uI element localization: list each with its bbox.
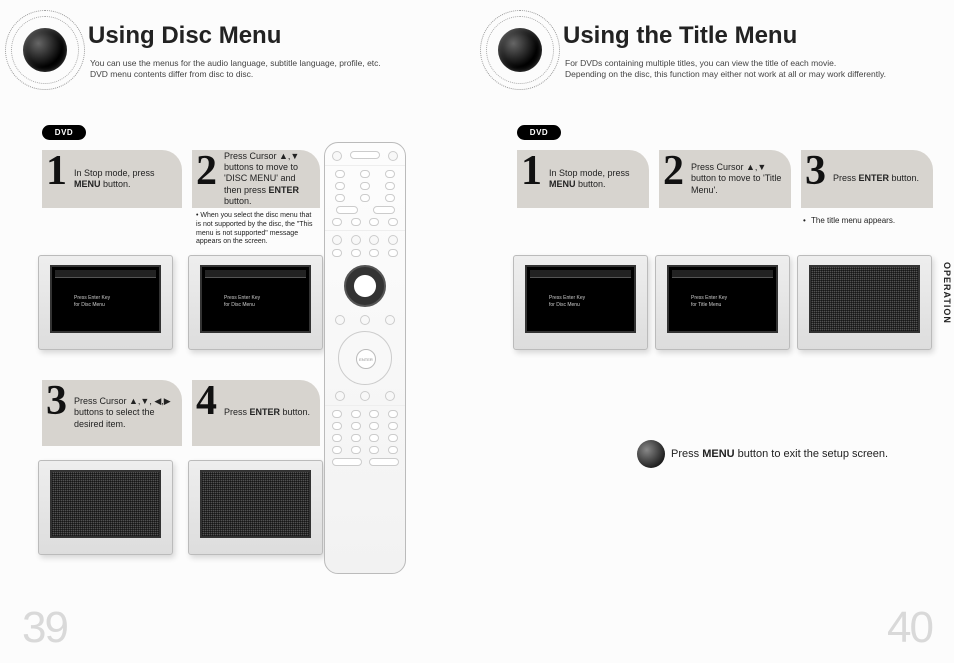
tv-illustration: Press Enter Key for Disc Menu [513,255,648,350]
tv-illustration: Press Enter Key for Disc Menu [188,255,323,350]
step-2: 2 Press Cursor ▲,▼ button to move to 'Ti… [659,150,791,208]
page-number-right: 40 [887,603,932,653]
step-note: • When you select the disc menu that is … [192,208,320,247]
step-3: 3 Press Cursor ▲,▼, ◀,▶ buttons to selec… [42,380,182,446]
step-4: 4 Press ENTER button. [192,380,320,446]
step-number: 3 [46,380,67,422]
page-subtitle-right: For DVDs containing multiple titles, you… [565,58,886,80]
remote-control-illustration: ENTER [324,142,406,574]
tv-illustration [797,255,932,350]
page-subtitle-left: You can use the menus for the audio lang… [90,58,381,80]
step-number: 1 [46,150,67,192]
step-number: 4 [196,380,217,422]
tv-illustration [38,460,173,555]
step-number: 2 [663,150,684,192]
tv-illustration [188,460,323,555]
exit-note: Press MENU button to exit the setup scre… [665,440,888,468]
lens-icon [5,10,85,90]
step-number: 2 [196,150,217,192]
jog-dial-icon [344,265,386,307]
tv-illustration: Press Enter Key for Title Menu [655,255,790,350]
dpad-icon: ENTER [338,331,392,385]
section-tab: OPERATION [942,262,952,324]
step-1: 1 In Stop mode, press MENU button. [42,150,182,208]
page-title-right: Using the Title Menu [563,22,797,50]
page-right: Using the Title Menu For DVDs containing… [475,0,954,663]
step-number: 3 [805,150,826,192]
page-title-left: Using Disc Menu [88,22,281,50]
step-2: 2 Press Cursor ▲,▼ buttons to move to 'D… [192,150,320,247]
dvd-badge: DVD [517,125,561,140]
lens-small-icon [637,440,665,468]
lens-icon [480,10,560,90]
step-1: 1 In Stop mode, press MENU button. [517,150,649,208]
step-number: 1 [521,150,542,192]
dvd-badge: DVD [42,125,86,140]
page-number-left: 39 [22,603,67,653]
page-left: Using Disc Menu You can use the menus fo… [0,0,475,663]
step-bullet: The title menu appears. [801,208,933,225]
tv-illustration: Press Enter Key for Disc Menu [38,255,173,350]
step-3: 3 Press ENTER button. The title menu app… [801,150,933,225]
